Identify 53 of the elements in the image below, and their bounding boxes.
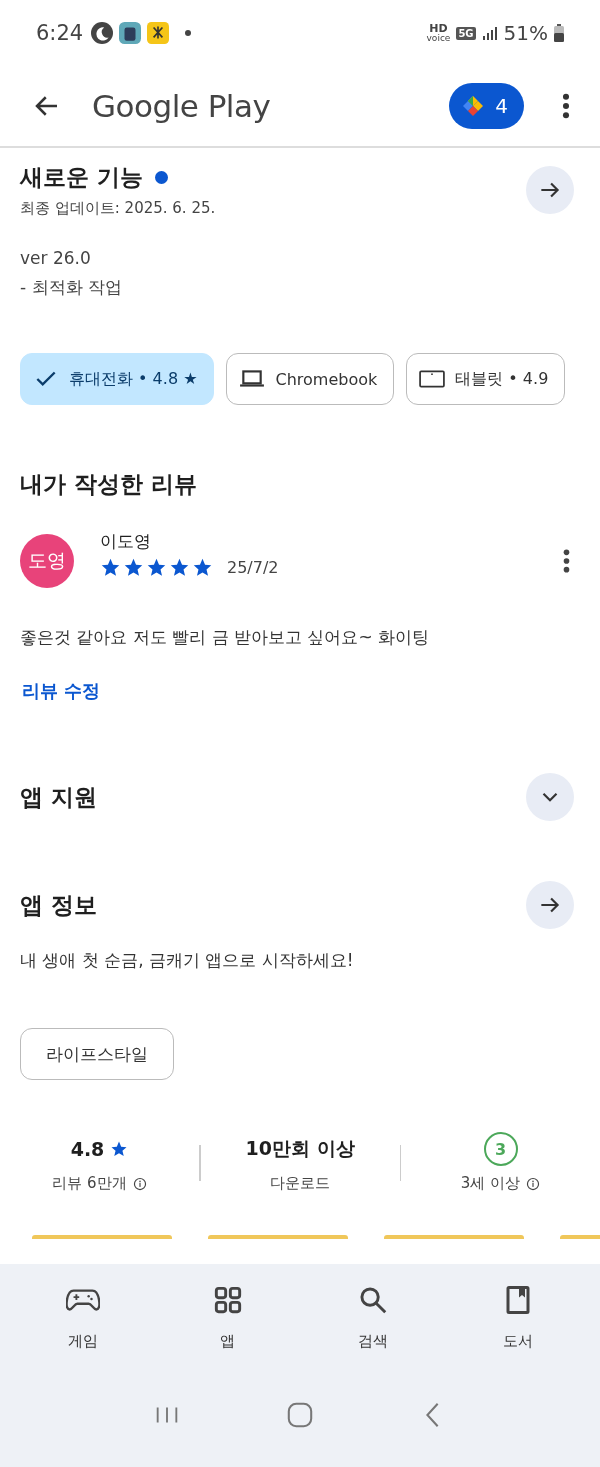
points-button[interactable]: 4 [449, 83, 524, 129]
device-chip[interactable]: 태블릿 • 4.9 [406, 353, 566, 405]
battery-icon [554, 24, 564, 42]
network-label: 5G [456, 26, 476, 40]
moon-icon [91, 22, 114, 44]
gamepad-icon [65, 1286, 100, 1314]
app-description: 내 생애 첫 순금, 금캐기 앱으로 시작하세요! [19, 949, 355, 972]
review-date: 25/7/2 [227, 558, 279, 577]
stat-label: 리뷰 6만개 [52, 1174, 127, 1193]
stat-label: 3세 이상 [460, 1174, 521, 1193]
nav-tab[interactable]: 앱 [155, 1264, 300, 1352]
voice-label: voice [426, 34, 451, 43]
stat-value: 10만회 이상 [245, 1136, 355, 1161]
app-bar-title: Google Play [92, 88, 271, 124]
category-chip[interactable]: 라이프스타일 [20, 1028, 174, 1080]
avatar: 도영 [20, 534, 74, 588]
grid-icon [213, 1286, 242, 1314]
arrow-button[interactable] [526, 881, 574, 929]
device-chip[interactable]: Chromebook [226, 353, 395, 405]
home-icon[interactable] [286, 1401, 314, 1429]
app-notification-icon [119, 22, 142, 44]
book-icon [503, 1286, 532, 1314]
info-icon[interactable] [526, 1176, 541, 1191]
notification-dot-icon [185, 30, 192, 36]
nav-tab[interactable]: 도서 [445, 1264, 590, 1352]
section-title: 앱 정보 [20, 890, 97, 920]
edit-review-link[interactable]: 리뷰 수정 [0, 679, 123, 703]
section-title: 앱 지원 [20, 782, 97, 812]
stat-value: 4.8 [70, 1138, 105, 1160]
info-icon[interactable] [132, 1176, 147, 1191]
hd-label: HD [429, 23, 448, 34]
review-text: 좋은것 같아요 저도 빨리 금 받아보고 싶어요~ 화이팅 [19, 626, 431, 649]
more-icon[interactable] [562, 92, 570, 120]
more-icon[interactable] [563, 548, 570, 574]
diamond-icon [461, 94, 486, 118]
section-title: 내가 작성한 리뷰 [19, 470, 198, 499]
signal-icon [481, 25, 498, 41]
status-time: 6:24 [36, 21, 84, 45]
nav-tab[interactable]: 검색 [300, 1264, 445, 1352]
battery-level: 51% [503, 21, 548, 45]
section-title: 새로운 기능 [20, 163, 143, 192]
search-icon [358, 1286, 387, 1314]
star-icon [110, 1140, 129, 1158]
release-note: ver 26.0 [20, 248, 92, 268]
release-note: - 최적화 작업 [20, 276, 123, 299]
update-date: 최종 업데이트: 2025. 6. 25. [20, 199, 216, 218]
arrow-button[interactable] [526, 166, 574, 214]
app-notification-icon [147, 22, 170, 44]
device-chip[interactable]: 휴대전화 • 4.8 ★ [20, 353, 215, 405]
reviewer-name: 이도영 [100, 530, 152, 553]
stat-label: 다운로드 [270, 1174, 330, 1193]
nav-tab[interactable]: 게임 [10, 1264, 155, 1352]
age-rating-badge: 3 [483, 1132, 518, 1166]
